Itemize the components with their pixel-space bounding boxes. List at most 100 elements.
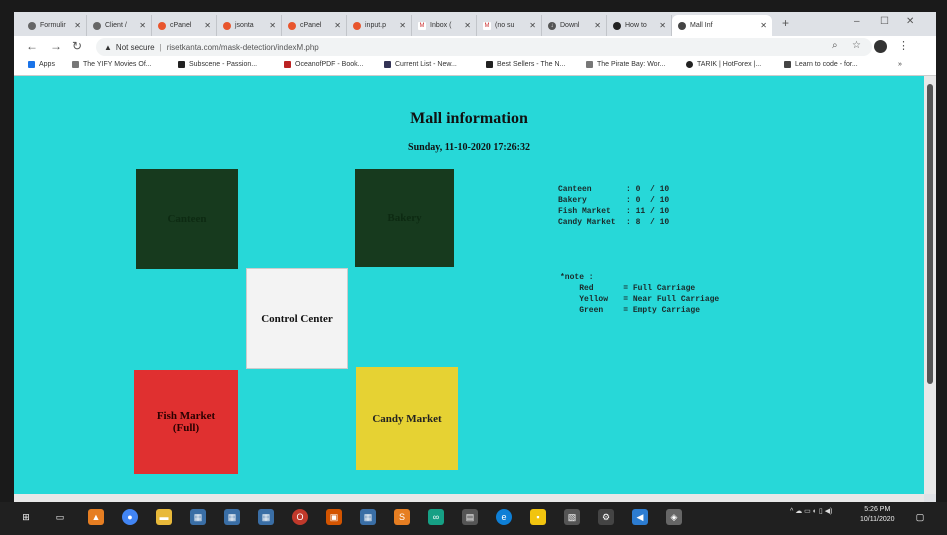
- close-icon[interactable]: ✕: [464, 21, 471, 30]
- windows-start-icon[interactable]: ⊞: [18, 509, 34, 525]
- download-icon: ↓: [548, 21, 556, 30]
- sticky-notes-icon[interactable]: ▪: [530, 509, 546, 525]
- browser-toolbar: ← → ↻ ▲ Not secure | risetkanta.com/mask…: [14, 36, 936, 58]
- tab-mall-info[interactable]: Mall Inf ✕: [672, 15, 772, 36]
- vlc-icon[interactable]: ▲: [88, 509, 104, 525]
- page-title: Mall information: [410, 110, 528, 127]
- close-icon[interactable]: ✕: [659, 21, 666, 30]
- close-icon[interactable]: ✕: [529, 21, 536, 30]
- menu-icon[interactable]: ⋮: [898, 39, 909, 52]
- search-icon[interactable]: ⌕: [832, 40, 838, 51]
- file-explorer-icon[interactable]: ▬: [156, 509, 172, 525]
- occupancy-row: Bakery: 0 / 10: [558, 196, 670, 205]
- occupancy-row: Candy Market: 8 / 10: [558, 218, 670, 227]
- close-icon[interactable]: ✕: [594, 21, 601, 30]
- tab-jsonta[interactable]: jsonta ✕: [217, 15, 282, 36]
- bookmark-current-list[interactable]: Current List - New...: [384, 61, 457, 68]
- vertical-scrollbar[interactable]: [924, 76, 936, 494]
- bookmark-icon: [486, 61, 493, 68]
- bookmark-learn-to-code[interactable]: Learn to code - for...: [784, 61, 858, 68]
- horizontal-scrollbar[interactable]: [14, 494, 924, 502]
- occupancy-row: Fish Market: 11 / 10: [558, 207, 670, 216]
- bookmark-subscene[interactable]: Subscene - Passion...: [178, 61, 257, 68]
- status-badge: (Full): [172, 422, 200, 434]
- tab-strip: Formulir ✕ Client / ✕ cPanel ✕ jsonta ✕ cPan…: [14, 12, 936, 36]
- close-icon[interactable]: ✕: [74, 21, 81, 30]
- forward-icon[interactable]: →: [50, 39, 62, 53]
- bookmark-icon: [178, 61, 185, 68]
- app-icon[interactable]: ▦: [224, 509, 240, 525]
- tab-no-subject[interactable]: M (no su ✕: [477, 15, 542, 36]
- task-view-icon[interactable]: ▭: [52, 509, 68, 525]
- tab-inbox[interactable]: M Inbox (✕: [412, 15, 477, 36]
- cpanel-icon: [158, 21, 166, 30]
- url-text: risetkanta.com/mask-detection/indexM.php: [166, 42, 319, 52]
- legend-note: *note : Red = Full Carriage Yellow = Near …: [560, 272, 719, 316]
- bookmark-pirate-bay[interactable]: The Pirate Bay: Wor...: [586, 61, 665, 68]
- divider: |: [159, 42, 162, 52]
- back-icon[interactable]: ←: [26, 39, 38, 53]
- notification-icon[interactable]: ▢: [912, 509, 928, 525]
- app-icon[interactable]: ▦: [258, 509, 274, 525]
- cpanel-icon: [353, 21, 361, 30]
- tab-how-to[interactable]: How to ✕: [607, 15, 672, 36]
- gmail-icon: M: [418, 21, 426, 30]
- tab-cpanel-2[interactable]: cPanel ✕: [282, 15, 347, 36]
- bookmark-oceanofpdf[interactable]: OceanofPDF - Book...: [284, 61, 363, 68]
- new-tab-button[interactable]: +: [782, 16, 789, 30]
- close-icon[interactable]: ✕: [269, 21, 276, 30]
- app-icon[interactable]: ▣: [326, 509, 342, 525]
- close-icon[interactable]: ✕: [760, 21, 767, 30]
- opera-icon[interactable]: O: [292, 509, 308, 525]
- reload-icon[interactable]: ↻: [72, 39, 82, 53]
- bookmark-apps[interactable]: Apps: [28, 61, 55, 68]
- address-bar[interactable]: ▲ Not secure | risetkanta.com/mask-detec…: [96, 38, 872, 56]
- tab-input[interactable]: input.p ✕: [347, 15, 412, 36]
- app-icon[interactable]: ▦: [360, 509, 376, 525]
- note-heading: *note :: [560, 273, 594, 282]
- gmail-icon: M: [483, 21, 491, 30]
- bookmark-yify[interactable]: The YIFY Movies Of...: [72, 61, 152, 68]
- cpanel-icon: [223, 21, 231, 30]
- avatar[interactable]: [874, 40, 887, 53]
- scrollbar-thumb[interactable]: [927, 84, 933, 384]
- settings-icon[interactable]: ⚙: [598, 509, 614, 525]
- bookmark-hotforex[interactable]: TARIK | HotForex |...: [686, 61, 761, 68]
- page-datetime: Sunday, 11-10-2020 17:26:32: [408, 142, 530, 153]
- occupancy-row: Canteen: 0 / 10: [558, 185, 670, 194]
- store-bakery: Bakery: [355, 169, 454, 267]
- tab-formulir[interactable]: Formulir ✕: [22, 15, 87, 36]
- chrome-icon[interactable]: ●: [122, 509, 138, 525]
- tab-cpanel[interactable]: cPanel ✕: [152, 15, 217, 36]
- bookmark-icon: [384, 61, 391, 68]
- page-content: Mall information Sunday, 11-10-2020 17:2…: [14, 76, 924, 494]
- control-center: Control Center: [246, 268, 348, 369]
- minimize-icon[interactable]: –: [854, 16, 860, 27]
- browser-window: Formulir ✕ Client / ✕ cPanel ✕ jsonta ✕ cPan…: [14, 12, 936, 502]
- tab-download[interactable]: ↓ Downl ✕: [542, 15, 607, 36]
- close-icon[interactable]: ✕: [139, 21, 146, 30]
- arduino-icon[interactable]: ∞: [428, 509, 444, 525]
- store-icon[interactable]: ▤: [462, 509, 478, 525]
- bookmark-icon: [686, 61, 693, 68]
- tab-client[interactable]: Client / ✕: [87, 15, 152, 36]
- vscode-icon[interactable]: ◀: [632, 509, 648, 525]
- note-row: Green = Empty Carriage: [579, 306, 701, 315]
- page-icon: [613, 21, 621, 30]
- app-icon[interactable]: ▦: [190, 509, 206, 525]
- sublime-icon[interactable]: S: [394, 509, 410, 525]
- system-tray-icons[interactable]: ^ ☁ ▭ ◐ ▯ ◀): [790, 507, 832, 515]
- more-bookmarks-icon[interactable]: »: [898, 61, 902, 68]
- app-icon[interactable]: ▧: [564, 509, 580, 525]
- close-icon[interactable]: ✕: [204, 21, 211, 30]
- bookmarks-bar: Apps The YIFY Movies Of... Subscene - Pa…: [14, 58, 936, 76]
- edge-icon[interactable]: e: [496, 509, 512, 525]
- clock[interactable]: 5:26 PM 10/11/2020: [860, 505, 895, 525]
- close-window-icon[interactable]: ✕: [906, 16, 914, 27]
- app-icon[interactable]: ◈: [666, 509, 682, 525]
- close-icon[interactable]: ✕: [399, 21, 406, 30]
- close-icon[interactable]: ✕: [334, 21, 341, 30]
- star-icon[interactable]: ☆: [852, 40, 861, 51]
- bookmark-best-sellers[interactable]: Best Sellers - The N...: [486, 61, 565, 68]
- maximize-icon[interactable]: ☐: [880, 16, 889, 27]
